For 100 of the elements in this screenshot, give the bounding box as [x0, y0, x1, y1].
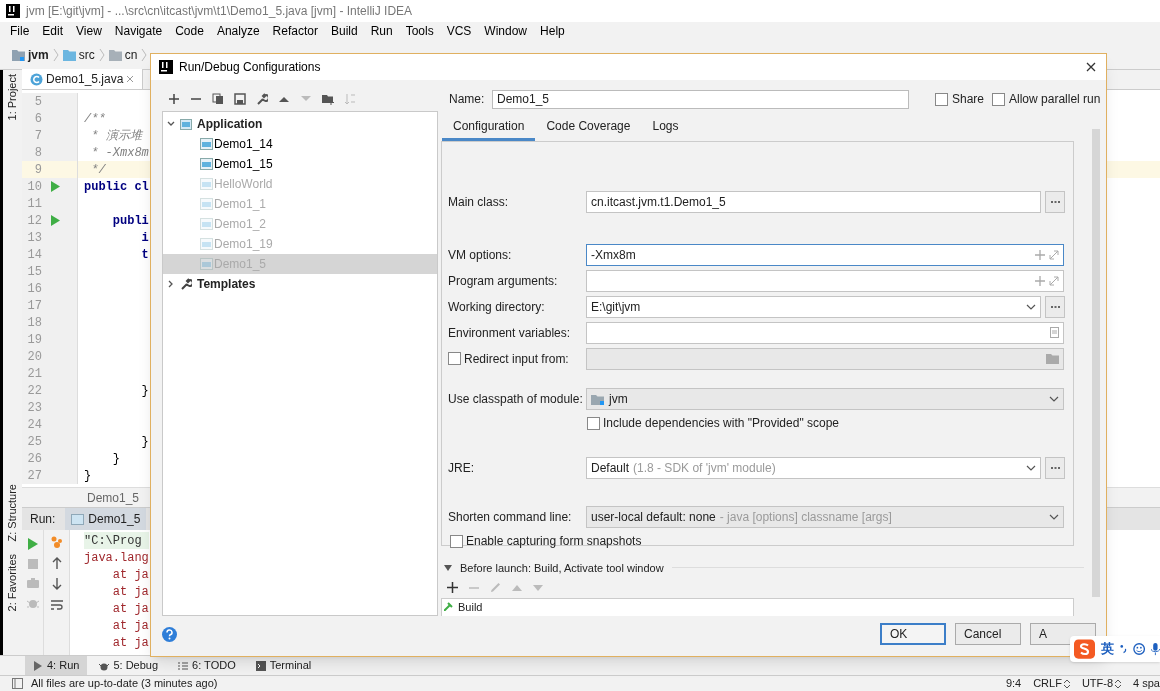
breadcrumb-item[interactable]: src	[78, 45, 95, 64]
triangle-down-icon[interactable]	[444, 564, 452, 571]
wrap-icon[interactable]	[50, 599, 63, 611]
close-icon[interactable]	[1086, 62, 1096, 72]
tool-window-button[interactable]: 4: Run	[25, 655, 88, 676]
run-tab[interactable]: Demo1_5	[65, 507, 147, 531]
chevron-right-icon[interactable]	[167, 280, 175, 289]
chevron-down-icon[interactable]	[1049, 513, 1059, 520]
checkbox[interactable]	[450, 534, 463, 548]
menu-item[interactable]: VCS	[446, 22, 472, 40]
menu-item[interactable]: Refactor	[272, 22, 318, 40]
folder-icon[interactable]	[1046, 353, 1059, 364]
breadcrumb-item[interactable]: cn	[124, 45, 138, 64]
menu-item[interactable]: Code	[175, 22, 204, 40]
menu-item[interactable]: Analyze	[216, 22, 260, 40]
menu-item[interactable]: Run	[370, 22, 393, 40]
tool-window-button[interactable]: Terminal	[247, 655, 320, 676]
dialog-button[interactable]: Cancel	[955, 623, 1021, 645]
tool-window-tab[interactable]: 1: Project	[4, 74, 21, 125]
scrollbar[interactable]	[1092, 129, 1101, 597]
tab[interactable]: Logs	[641, 114, 690, 141]
status-item[interactable]: UTF-8	[1081, 675, 1114, 691]
wrench-icon[interactable]	[256, 92, 268, 105]
browse-button[interactable]	[1045, 295, 1065, 318]
up-down-icon[interactable]	[1063, 678, 1070, 689]
input-field[interactable]	[586, 269, 1064, 292]
ime-mode[interactable]: 英	[1101, 639, 1114, 659]
tool-window-tab[interactable]: 2: Favorites	[4, 553, 21, 611]
help-icon[interactable]	[162, 626, 177, 642]
tool-window-tab[interactable]: Z: Structure	[4, 484, 21, 542]
tree-item[interactable]: Application	[197, 115, 263, 134]
checkbox[interactable]	[992, 92, 1006, 106]
add-icon[interactable]	[447, 582, 458, 593]
field-label[interactable]: Redirect input from:	[464, 349, 569, 368]
copy-icon[interactable]	[212, 92, 224, 105]
menu-item[interactable]: Edit	[42, 22, 64, 40]
expand-icon[interactable]	[1049, 249, 1059, 260]
browse-button[interactable]	[1045, 456, 1065, 479]
task-item[interactable]: Build	[458, 600, 483, 613]
menu-item[interactable]: Navigate	[114, 22, 163, 40]
chevron-down-icon[interactable]	[1026, 303, 1036, 310]
chevron-down-icon[interactable]	[1026, 464, 1036, 471]
tool-window-button[interactable]: 6: TODO	[170, 655, 244, 676]
menu-item[interactable]: File	[10, 22, 30, 40]
menu-item[interactable]: Window	[484, 22, 528, 40]
up-down-icon[interactable]	[1115, 678, 1122, 689]
tree-item[interactable]: Demo1_15	[163, 154, 437, 175]
checkbox-label[interactable]: Include dependencies with "Provided" scope	[603, 414, 839, 432]
input-field[interactable]: cn.itcast.jvm.t1.Demo1_5	[586, 190, 1041, 213]
tree-item[interactable]: Demo1_14	[163, 134, 437, 155]
section-title[interactable]: Before launch: Build, Activate tool window	[460, 559, 664, 576]
browse-button[interactable]	[1045, 190, 1065, 213]
run-icon[interactable]	[50, 215, 60, 226]
checkbox[interactable]	[587, 416, 600, 430]
microphone-icon[interactable]	[1151, 642, 1160, 656]
status-item[interactable]: CRLF	[1033, 675, 1062, 691]
chevron-down-icon[interactable]	[1049, 395, 1059, 402]
checkbox-label[interactable]: Share	[952, 90, 985, 108]
expand-icon[interactable]	[1049, 275, 1059, 286]
input-field[interactable]: -Xmx8m	[586, 243, 1064, 266]
menu-item[interactable]: Build	[330, 22, 358, 40]
plus-icon[interactable]	[1035, 275, 1045, 286]
run-icon[interactable]	[27, 538, 38, 550]
save-icon[interactable]	[234, 92, 246, 105]
panel-icon[interactable]	[12, 678, 23, 689]
checkbox[interactable]	[448, 352, 461, 365]
folder-add-icon[interactable]	[322, 92, 334, 105]
s-logo-icon[interactable]	[1074, 638, 1095, 660]
add-icon[interactable]	[168, 92, 180, 105]
dropdown[interactable]: Default (1.8 - SDK of 'jvm' module)	[586, 456, 1041, 479]
menu-item[interactable]: Help	[540, 22, 565, 40]
checkbox-label[interactable]: Enable capturing form snapshots	[466, 532, 642, 550]
run-icon[interactable]	[50, 181, 60, 192]
editor-tab[interactable]: Demo1_5.java	[22, 69, 144, 89]
down-arrow-icon[interactable]	[51, 578, 62, 590]
input-field[interactable]	[586, 347, 1064, 370]
up-arrow-icon[interactable]	[51, 557, 62, 569]
breadcrumb-item[interactable]: jvm	[28, 45, 49, 64]
tree-item[interactable]: Templates	[197, 275, 256, 294]
menu-item[interactable]: Tools	[405, 22, 434, 40]
tab[interactable]: Code Coverage	[535, 114, 642, 141]
status-item[interactable]: 9:4	[1005, 675, 1022, 691]
document-icon[interactable]	[1050, 327, 1059, 338]
breadcrumb-item[interactable]: Demo1_5	[87, 488, 140, 507]
dropdown[interactable]: jvm	[586, 387, 1064, 410]
checkbox-label[interactable]: Allow parallel run	[1009, 90, 1101, 108]
tool-window-button[interactable]: 5: Debug	[91, 655, 167, 676]
dump-icon[interactable]	[50, 536, 63, 548]
status-item[interactable]: 4 spa	[1133, 675, 1160, 691]
dialog-button[interactable]: OK	[880, 623, 946, 645]
dropdown[interactable]: E:\git\jvm	[586, 295, 1041, 318]
name-field[interactable]: Demo1_5	[492, 89, 909, 109]
dropdown[interactable]: user-local default: none - java [options] classname [args]	[586, 505, 1064, 528]
menu-item[interactable]: View	[76, 22, 102, 40]
checkbox[interactable]	[935, 92, 948, 106]
tab[interactable]: Configuration	[442, 114, 536, 141]
punctuation-icon[interactable]	[1120, 644, 1127, 654]
plus-icon[interactable]	[1035, 249, 1045, 260]
input-field[interactable]	[586, 321, 1064, 344]
smiley-icon[interactable]	[1133, 642, 1146, 656]
